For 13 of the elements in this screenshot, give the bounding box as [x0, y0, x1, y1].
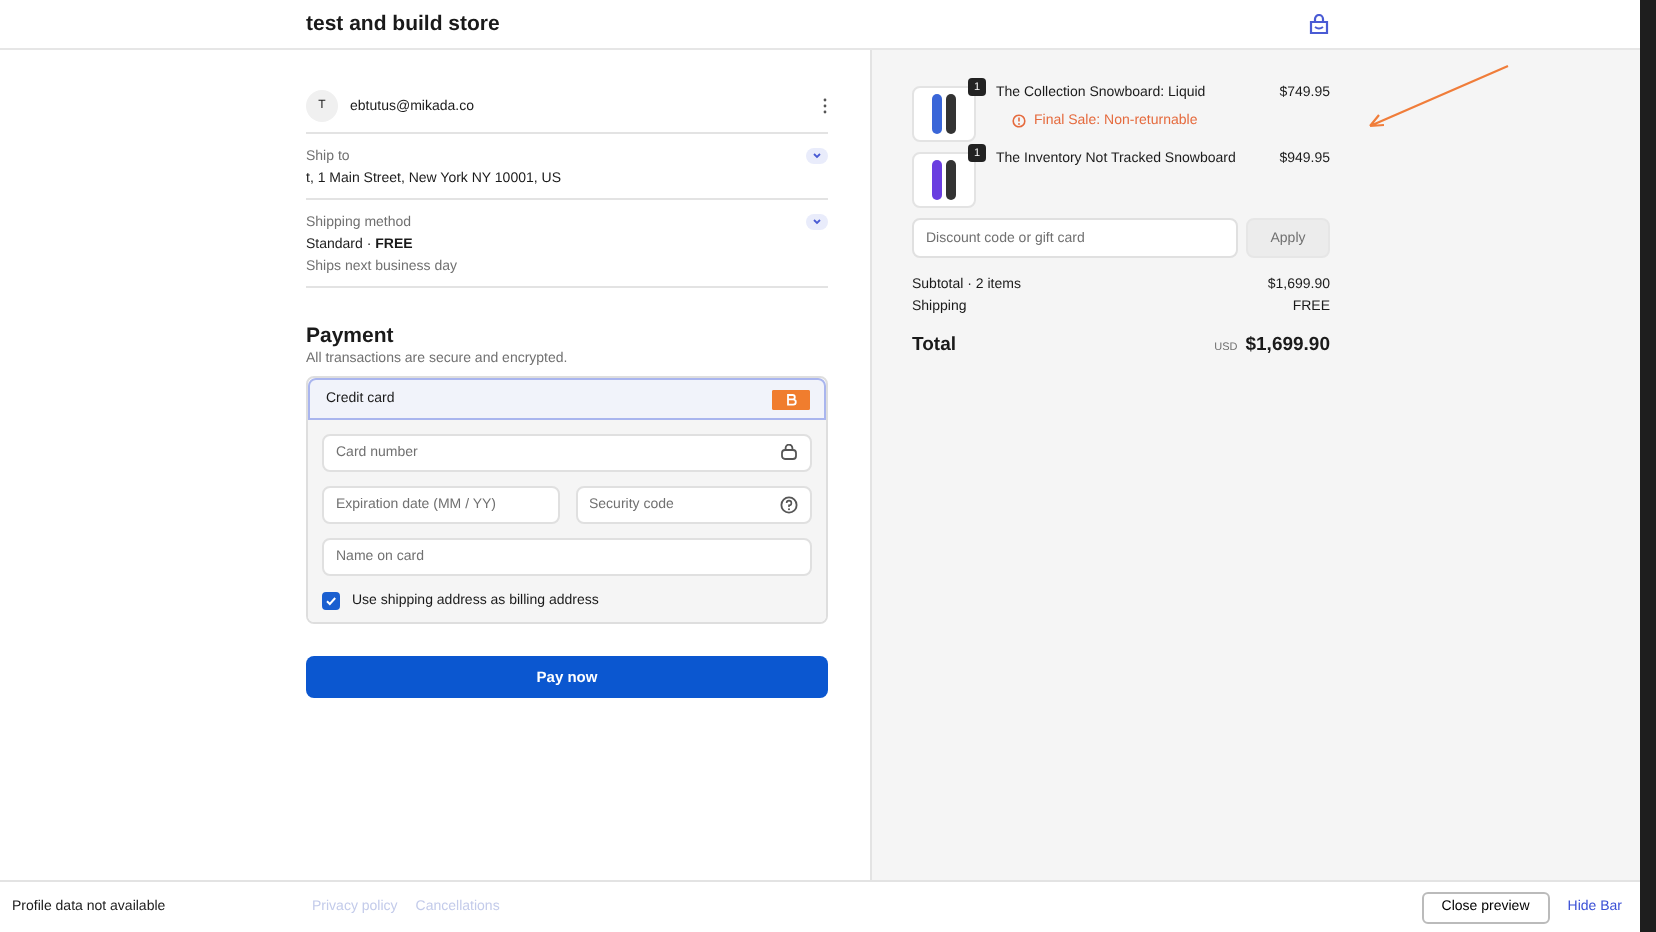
more-icon[interactable] — [822, 98, 828, 114]
warning-icon — [1012, 114, 1026, 128]
chevron-icon[interactable] — [806, 148, 828, 164]
total-label: Total — [912, 334, 956, 356]
payment-heading: Payment — [306, 324, 396, 348]
checkbox[interactable] — [322, 591, 340, 609]
help-icon[interactable] — [780, 496, 798, 514]
bag-icon[interactable] — [1308, 13, 1330, 35]
store-name: test and build store — [306, 12, 500, 36]
chevron-icon[interactable] — [806, 214, 828, 230]
card-brand-icon — [772, 389, 810, 409]
lock-icon — [780, 444, 798, 460]
total-value: $1,699.90 — [1245, 334, 1330, 356]
